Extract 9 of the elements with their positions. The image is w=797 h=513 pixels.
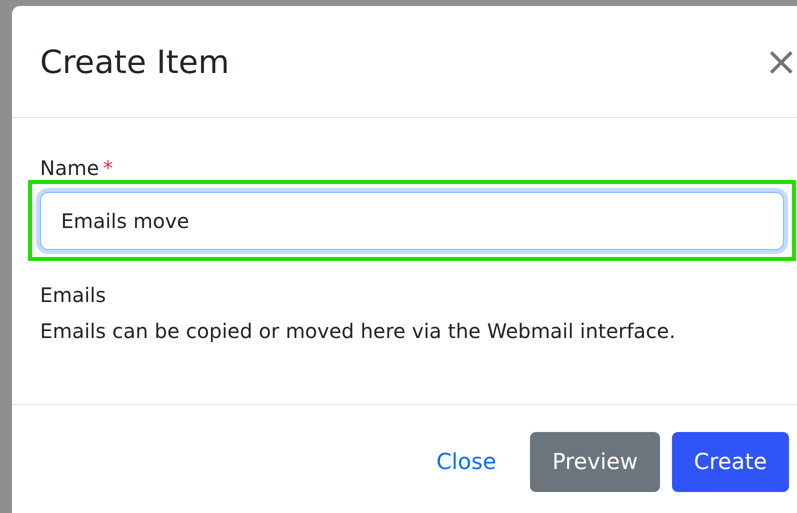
create-button[interactable]: Create xyxy=(672,432,789,492)
field-label: Name * xyxy=(40,156,114,180)
dialog-title: Create Item xyxy=(40,42,230,80)
info-heading: Emails xyxy=(40,283,107,307)
close-link[interactable]: Close xyxy=(414,432,518,492)
required-mark: * xyxy=(103,156,114,180)
preview-button[interactable]: Preview xyxy=(530,432,660,492)
info-description: Emails can be copied or moved here via the Webmail interface. xyxy=(40,319,676,343)
name-input[interactable]: Emails move xyxy=(40,192,784,250)
